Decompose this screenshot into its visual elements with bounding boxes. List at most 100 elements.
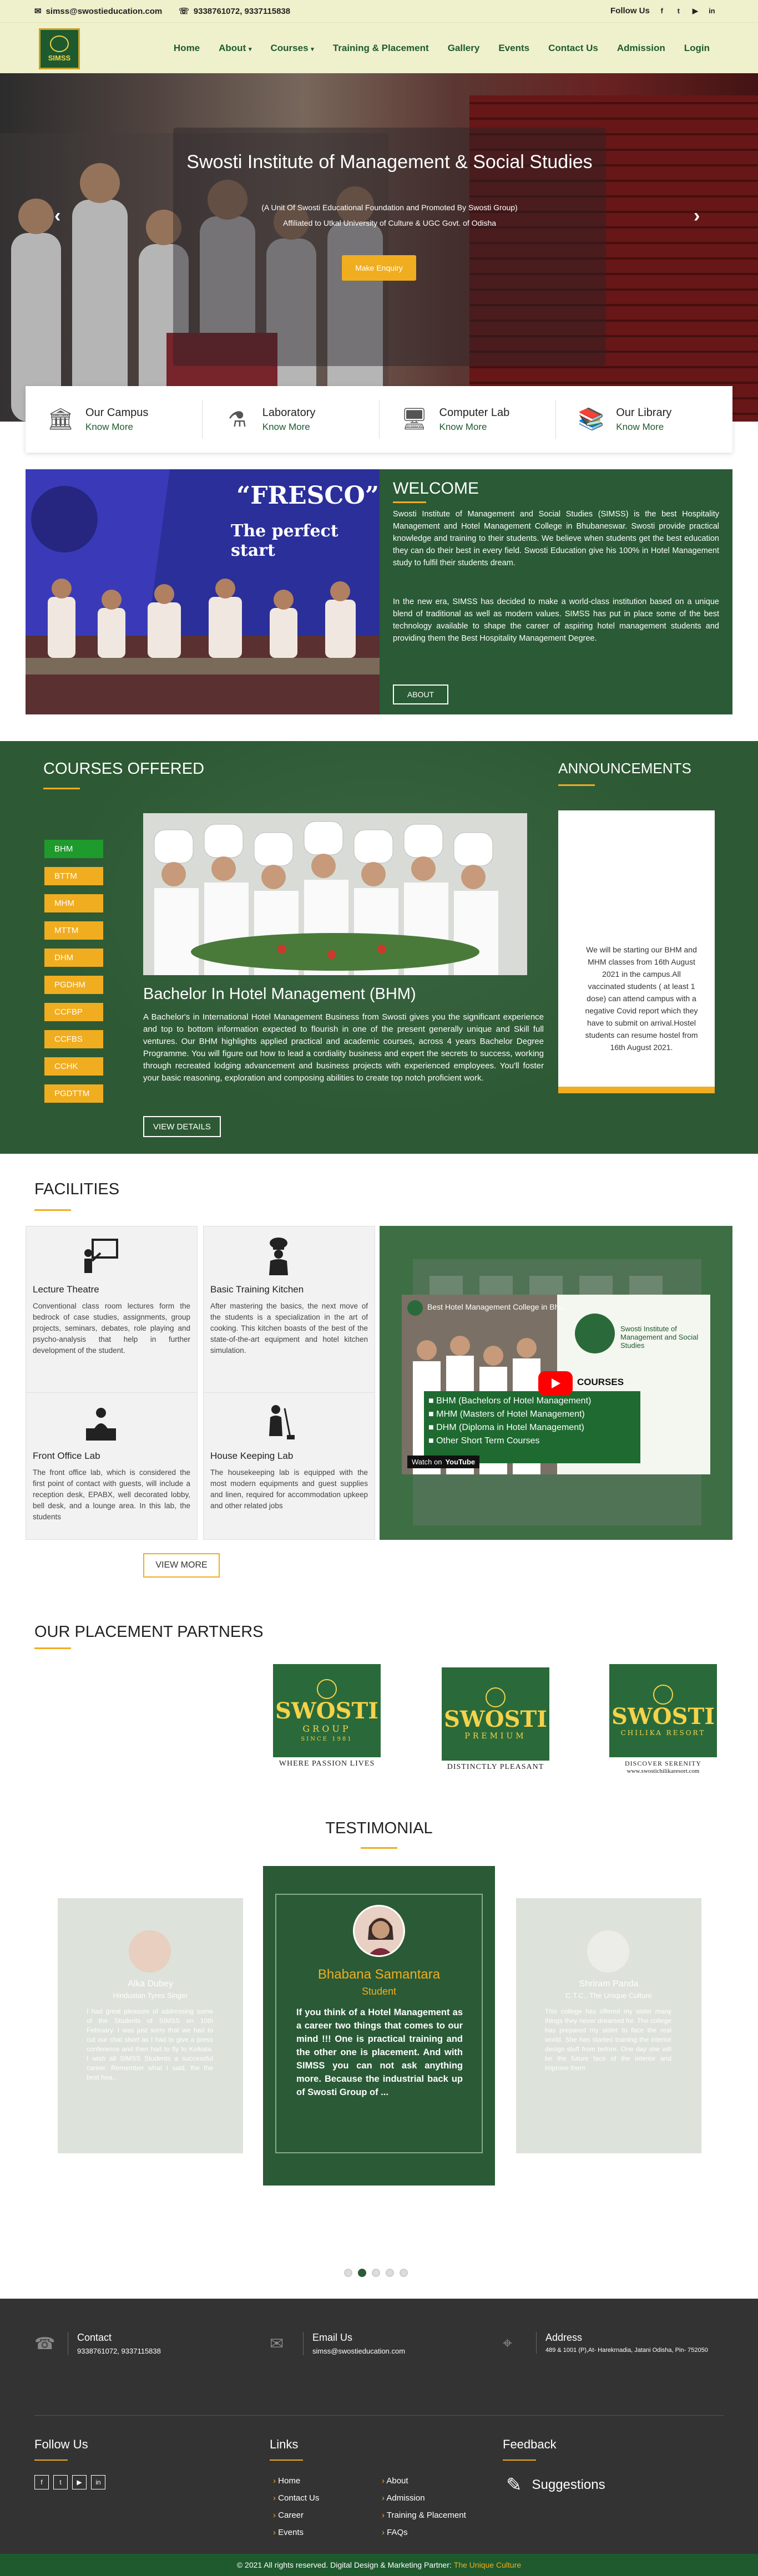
pagination-dot[interactable] bbox=[400, 2269, 408, 2277]
linkedin-icon[interactable]: in bbox=[91, 2475, 105, 2489]
swosti-emblem-icon bbox=[486, 1687, 506, 1707]
title-underline bbox=[34, 2460, 68, 2461]
linkedin-icon[interactable]: in bbox=[706, 7, 717, 15]
footer-link[interactable]: Career bbox=[273, 2511, 319, 2520]
footer-contact: ☎ Contact 9338761072, 9337115838 bbox=[34, 2332, 161, 2355]
video-course-item: Other Short Term Courses bbox=[436, 1436, 540, 1446]
testimonial-card-active[interactable]: Bhabana Samantara Student If you think o… bbox=[263, 1866, 495, 2185]
partner-name: SWOSTI bbox=[275, 1698, 378, 1724]
facility-text: Conventional class room lectures form th… bbox=[33, 1302, 190, 1355]
nav-courses[interactable]: Courses ▾ bbox=[261, 43, 324, 54]
footer-link[interactable]: Events bbox=[273, 2528, 319, 2537]
twitter-icon[interactable]: t bbox=[53, 2475, 68, 2489]
pagination-dot[interactable] bbox=[344, 2269, 352, 2277]
facility-text: The housekeeping lab is equipped with th… bbox=[210, 1468, 368, 1510]
facility-title: House Keeping Lab bbox=[210, 1451, 294, 1461]
course-tab-bhm[interactable]: BHM bbox=[44, 840, 103, 858]
slider-next-icon[interactable]: › bbox=[694, 205, 700, 227]
footer-link[interactable]: About bbox=[382, 2476, 466, 2486]
youtube-icon[interactable]: ▶ bbox=[690, 7, 701, 16]
title-underline bbox=[270, 2460, 303, 2461]
nav-login[interactable]: Login bbox=[675, 43, 719, 54]
facebook-icon[interactable]: f bbox=[34, 2475, 49, 2489]
nav-courses-label: Courses bbox=[270, 43, 309, 53]
chef-icon bbox=[259, 1236, 298, 1275]
youtube-video-embed[interactable]: Best Hotel Management College in Bhu... … bbox=[402, 1295, 710, 1474]
quick-link-title: Our Library bbox=[616, 406, 672, 419]
hero-title: Swosti Institute of Management & Social … bbox=[186, 151, 593, 173]
youtube-icon[interactable]: ▶ bbox=[72, 2475, 87, 2489]
course-tab-mttm[interactable]: MTTM bbox=[44, 921, 103, 940]
welcome-panel: WELCOME Swosti Institute of Management a… bbox=[380, 469, 732, 714]
partner-caption: DISTINCTLY PLEASANT bbox=[447, 1763, 544, 1771]
quick-link-title: Our Campus bbox=[85, 406, 149, 419]
watch-on-youtube[interactable]: Watch on YouTube bbox=[407, 1456, 480, 1468]
facility-card[interactable]: House Keeping Lab The housekeeping lab i… bbox=[203, 1392, 375, 1540]
nav-events[interactable]: Events bbox=[489, 43, 539, 54]
course-tab-pgdhm[interactable]: PGDHM bbox=[44, 976, 103, 994]
footer-link[interactable]: Training & Placement bbox=[382, 2511, 466, 2520]
nav-home[interactable]: Home bbox=[164, 43, 209, 54]
quick-link-computer-lab[interactable]: 🖥 Computer Lab Know More bbox=[380, 400, 557, 439]
testimonial-card[interactable]: Shriram Panda C.T.C., The Unique Culture… bbox=[516, 1898, 701, 2153]
make-enquiry-button[interactable]: Make Enquiry bbox=[342, 255, 416, 281]
testimonial-card[interactable]: Alka Dubey Hindustan Tyres Singer I had … bbox=[58, 1898, 243, 2153]
course-tab-pgdttm[interactable]: PGDTTM bbox=[44, 1084, 103, 1103]
footer-link[interactable]: FAQs bbox=[382, 2528, 466, 2537]
title-underline bbox=[393, 501, 426, 503]
pagination-dot[interactable] bbox=[372, 2269, 380, 2277]
nav-gallery[interactable]: Gallery bbox=[438, 43, 489, 54]
facility-card[interactable]: Front Office Lab The front office lab, w… bbox=[26, 1392, 198, 1540]
twitter-icon[interactable]: t bbox=[673, 7, 684, 15]
title-underline bbox=[361, 1847, 397, 1849]
housekeeping-icon bbox=[259, 1403, 298, 1442]
quick-link-library[interactable]: 📚 Our Library Know More bbox=[556, 400, 732, 439]
suggestions-link[interactable]: ✎ Suggestions bbox=[506, 2474, 605, 2496]
course-tab-ccfbs[interactable]: CCFBS bbox=[44, 1030, 103, 1048]
testimonial-text: If you think of a Hotel Management as a … bbox=[296, 2007, 463, 2097]
facilities-title: FACILITIES bbox=[34, 1180, 120, 1198]
course-tab-dhm[interactable]: DHM bbox=[44, 949, 103, 967]
announcement-text: We will be starting our BHM and MHM clas… bbox=[585, 945, 698, 1052]
topbar-email[interactable]: ✉ simss@swostieducation.com bbox=[34, 6, 162, 17]
course-tab-ccfbp[interactable]: CCFBP bbox=[44, 1003, 103, 1021]
facility-text: After mastering the basics, the next mov… bbox=[210, 1302, 368, 1355]
hero-affiliation: Affiliated to Utkal University of Cultur… bbox=[282, 219, 497, 227]
view-more-button[interactable]: VIEW MORE bbox=[143, 1553, 220, 1578]
logo-emblem-icon bbox=[50, 36, 69, 52]
nav-training[interactable]: Training & Placement bbox=[324, 43, 438, 54]
course-tab-cchk[interactable]: CCHK bbox=[44, 1057, 103, 1076]
partner-logo[interactable]: SWOSTI CHILIKA RESORT DISCOVER SERENITY … bbox=[609, 1664, 717, 1774]
footer-email-value[interactable]: simss@swostieducation.com bbox=[312, 2347, 405, 2355]
about-button[interactable]: ABOUT bbox=[393, 684, 448, 704]
partner-logo[interactable]: SWOSTI PREMIUM DISTINCTLY PLEASANT bbox=[442, 1667, 549, 1771]
facebook-icon[interactable]: f bbox=[656, 7, 668, 15]
view-details-button[interactable]: VIEW DETAILS bbox=[143, 1116, 221, 1137]
partner-logo[interactable]: SWOSTI GROUP SINCE 1981 WHERE PASSION LI… bbox=[273, 1664, 381, 1768]
pagination-dot[interactable] bbox=[386, 2269, 394, 2277]
partner-tag: GROUP bbox=[302, 1723, 351, 1734]
facility-card[interactable]: Lecture Theatre Conventional class room … bbox=[26, 1226, 198, 1419]
footer-link[interactable]: Home bbox=[273, 2476, 319, 2486]
slider-prev-icon[interactable]: ‹ bbox=[54, 205, 60, 227]
title-underline bbox=[558, 784, 595, 786]
nav-about[interactable]: About ▾ bbox=[209, 43, 261, 54]
course-tab-bttm[interactable]: BTTM bbox=[44, 867, 103, 885]
footer-contact-value[interactable]: 9338761072, 9337115838 bbox=[77, 2347, 161, 2355]
quick-link-campus[interactable]: 🏛 Our Campus Know More bbox=[26, 400, 203, 439]
site-logo[interactable]: SIMSS bbox=[39, 28, 80, 69]
nav-admission[interactable]: Admission bbox=[608, 43, 675, 54]
follow-label: Follow Us bbox=[610, 6, 650, 16]
footer-link[interactable]: Admission bbox=[382, 2493, 466, 2503]
pagination-dot-active[interactable] bbox=[358, 2269, 366, 2277]
play-icon[interactable] bbox=[538, 1371, 573, 1396]
facility-card[interactable]: Basic Training Kitchen After mastering t… bbox=[203, 1226, 375, 1419]
nav-contact[interactable]: Contact Us bbox=[539, 43, 608, 54]
quick-link-laboratory[interactable]: ⚗ Laboratory Know More bbox=[203, 400, 380, 439]
footer-link[interactable]: Contact Us bbox=[273, 2493, 319, 2503]
video-title: Best Hotel Management College in Bhu... bbox=[427, 1302, 570, 1311]
partner-link[interactable]: The Unique Culture bbox=[454, 2560, 521, 2569]
footer-address-label: Address bbox=[545, 2332, 583, 2343]
topbar-phone[interactable]: ☏ 9338761072, 9337115838 bbox=[179, 6, 290, 17]
course-tab-mhm[interactable]: MHM bbox=[44, 894, 103, 912]
